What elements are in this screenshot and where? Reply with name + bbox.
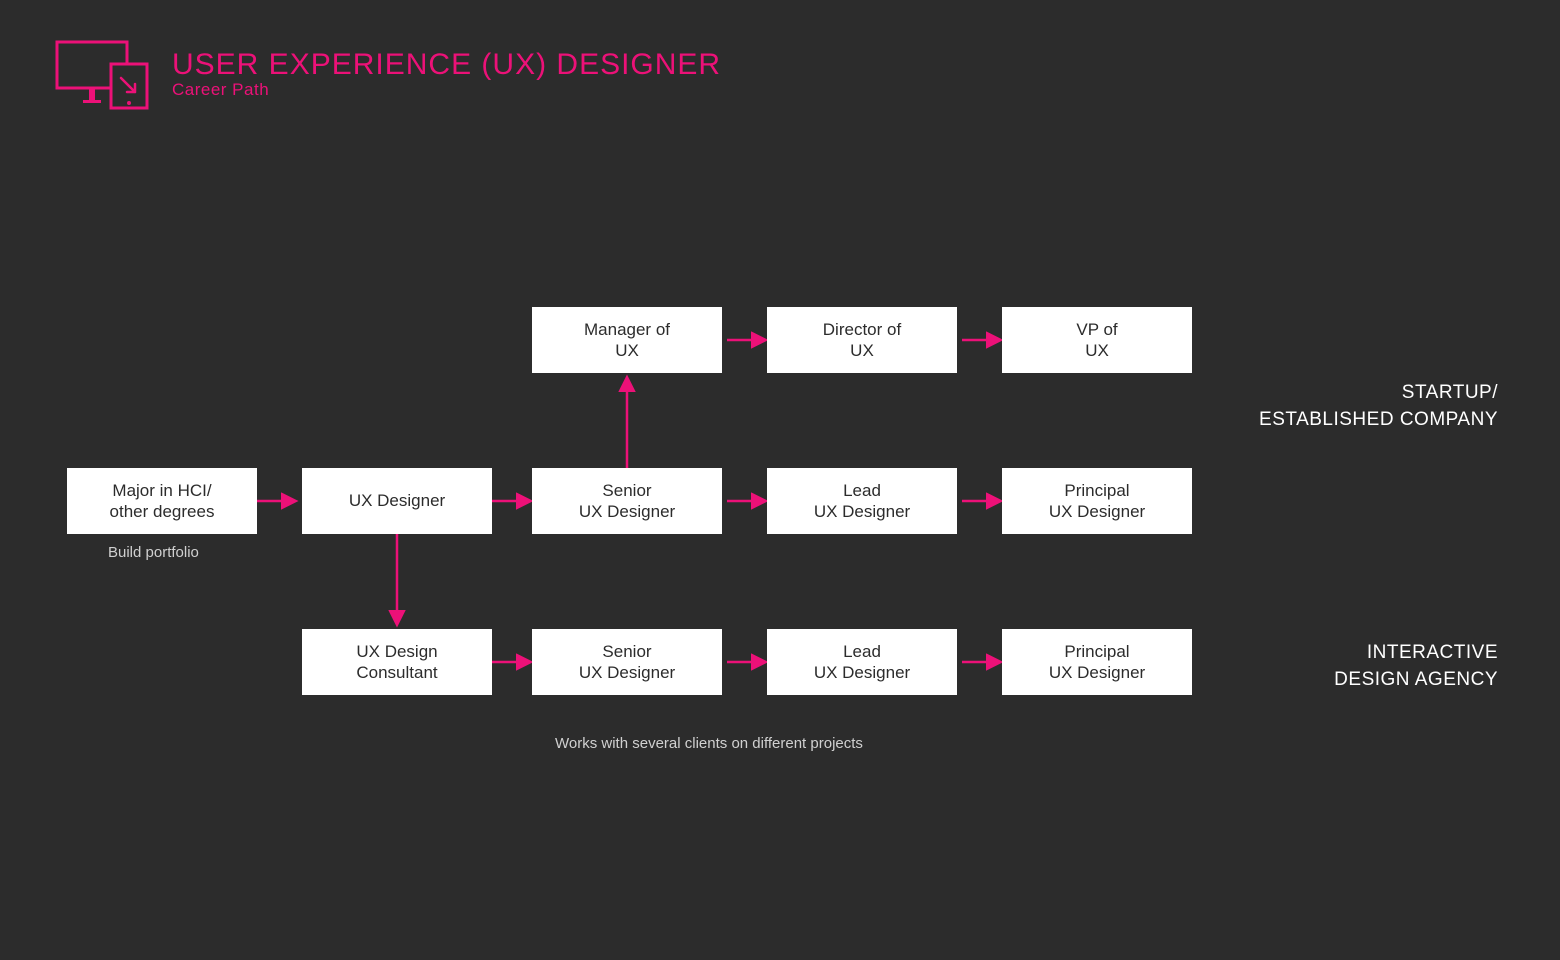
node-lead-ux-2: LeadUX Designer bbox=[767, 629, 957, 695]
page-title: USER EXPERIENCE (UX) DESIGNER bbox=[172, 48, 721, 82]
node-start: Major in HCI/other degrees bbox=[67, 468, 257, 534]
caption-clients: Works with several clients on different … bbox=[555, 735, 863, 752]
track-startup-line2: ESTABLISHED COMPANY bbox=[1259, 407, 1498, 434]
node-senior-ux-2: SeniorUX Designer bbox=[532, 629, 722, 695]
node-manager-ux: Manager ofUX bbox=[532, 307, 722, 373]
node-director-ux: Director ofUX bbox=[767, 307, 957, 373]
node-ux-consultant: UX DesignConsultant bbox=[302, 629, 492, 695]
node-vp-ux: VP ofUX bbox=[1002, 307, 1192, 373]
track-agency-line2: DESIGN AGENCY bbox=[1334, 667, 1498, 694]
node-principal-ux: PrincipalUX Designer bbox=[1002, 468, 1192, 534]
caption-portfolio: Build portfolio bbox=[108, 544, 199, 561]
track-agency-line1: INTERACTIVE bbox=[1334, 640, 1498, 667]
node-senior-ux: SeniorUX Designer bbox=[532, 468, 722, 534]
node-principal-ux-2: PrincipalUX Designer bbox=[1002, 629, 1192, 695]
track-startup-line1: STARTUP/ bbox=[1259, 380, 1498, 407]
track-agency: INTERACTIVE DESIGN AGENCY bbox=[1334, 640, 1498, 693]
node-ux-designer: UX Designer bbox=[302, 468, 492, 534]
devices-icon bbox=[55, 40, 155, 115]
track-startup: STARTUP/ ESTABLISHED COMPANY bbox=[1259, 380, 1498, 433]
page-subtitle: Career Path bbox=[172, 80, 721, 100]
node-lead-ux: LeadUX Designer bbox=[767, 468, 957, 534]
